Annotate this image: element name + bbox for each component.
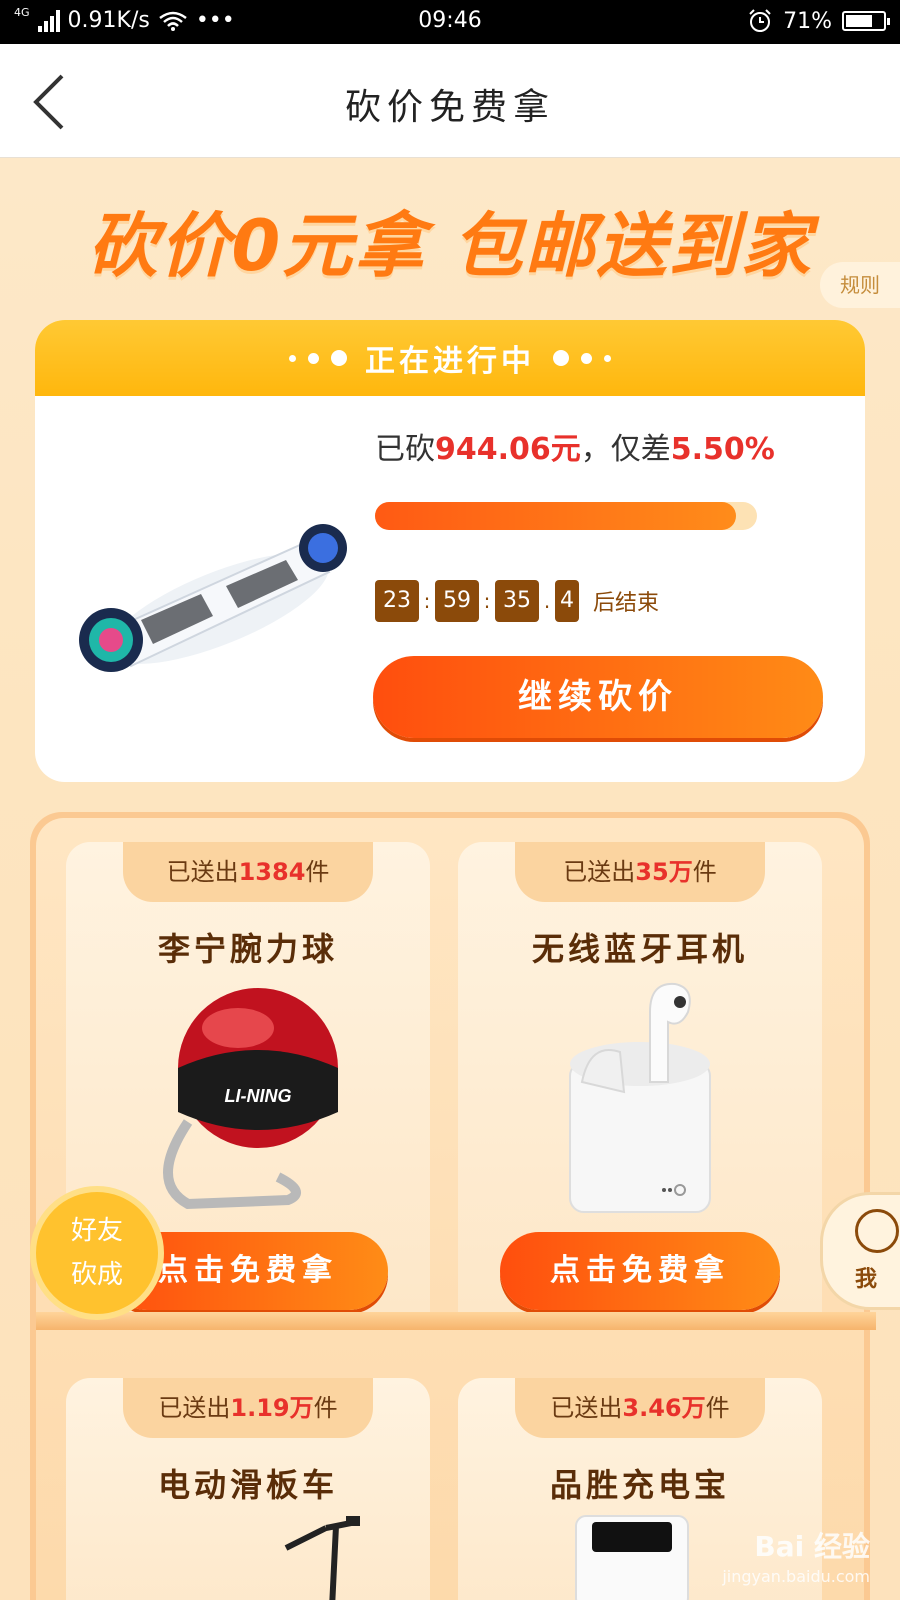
scooter-image <box>284 1516 360 1600</box>
sent-count-tag: 已送出3.46万件 <box>515 1378 765 1438</box>
page-title: 砍价免费拿 <box>344 87 555 128</box>
sent-prefix: 已送出 <box>550 1394 623 1422</box>
sent-prefix: 已送出 <box>158 1394 231 1422</box>
countdown-colon: : <box>483 589 491 613</box>
countdown-seconds: 35 <box>495 580 539 622</box>
sent-suffix: 件 <box>705 1394 730 1422</box>
friend-label-line1: 好友 <box>70 1216 123 1246</box>
countdown-hours: 23 <box>375 580 419 622</box>
sent-count: 1.19万 <box>230 1394 314 1422</box>
active-header: 正在进行中 <box>35 320 865 396</box>
rules-button[interactable]: 规则 <box>820 262 900 308</box>
countdown-dot: . <box>543 589 551 613</box>
sent-prefix: 已送出 <box>166 858 239 886</box>
powerbank-image <box>575 1515 689 1600</box>
product-panel: 已送出1384件 李宁腕力球 LI-NING 点击免费拿 已送出35万件 无线蓝… <box>30 812 876 1600</box>
sent-count-tag: 已送出35万件 <box>515 842 765 902</box>
sent-count-tag: 已送出1.19万件 <box>123 1378 373 1438</box>
decor-dots-right <box>553 350 611 366</box>
cut-prefix: 已砍 <box>375 432 435 467</box>
product-name: 无线蓝牙耳机 <box>531 930 748 968</box>
sent-count-tag: 已送出1384件 <box>123 842 373 902</box>
my-bargains-float-button[interactable]: 我 <box>820 1192 900 1310</box>
product-name: 电动滑板车 <box>157 1466 338 1504</box>
earbuds-image <box>569 982 711 1213</box>
active-status-label: 正在进行中 <box>365 344 535 379</box>
battery-icon <box>842 11 890 31</box>
brand-logo: LI-NING <box>225 1086 292 1106</box>
cut-amount: 944.06元 <box>435 432 581 467</box>
sent-count: 35万 <box>635 858 693 886</box>
promo-headline: 砍价0元拿 包邮送到家 <box>87 205 813 287</box>
active-bargain-card: 正在进行中 已砍944.06元，仅差5.50% 23 : 59 : 35 . 4… <box>35 320 865 782</box>
friend-bargain-float-button[interactable]: 好友 砍成 <box>30 1186 164 1320</box>
countdown-suffix: 后结束 <box>593 591 660 616</box>
my-label: 我 <box>855 1267 878 1292</box>
sent-count: 3.46万 <box>622 1394 706 1422</box>
continue-bargain-button[interactable]: 继续砍价 <box>373 656 823 738</box>
product-panel-inner: 已送出1384件 李宁腕力球 LI-NING 点击免费拿 已送出35万件 无线蓝… <box>36 818 876 1600</box>
friend-label-line2: 砍成 <box>70 1260 123 1290</box>
countdown-timer: 23 : 59 : 35 . 4 后结束 <box>375 580 659 622</box>
baidu-watermark: Bai 经验 jingyan.baidu.com <box>722 1532 870 1592</box>
product-card-scooter: 已送出1.19万件 电动滑板车 <box>66 1378 430 1600</box>
nav-bar: 砍价免费拿 <box>0 44 900 158</box>
battery-percent: 71% <box>783 8 832 34</box>
countdown-minutes: 59 <box>435 580 479 622</box>
bargain-progress-fill <box>375 502 736 530</box>
smiley-icon <box>855 1209 899 1253</box>
sent-suffix: 件 <box>692 858 717 886</box>
watermark-url: jingyan.baidu.com <box>722 1567 870 1586</box>
sent-prefix: 已送出 <box>563 858 636 886</box>
cut-middle: ，仅差 <box>580 432 671 467</box>
sent-suffix: 件 <box>313 1394 338 1422</box>
hoverboard-image <box>79 524 347 672</box>
remaining-percent: 5.50% <box>670 432 775 467</box>
status-bar: 4G 0.91K/s ••• 09:46 71% <box>0 0 900 44</box>
cut-summary: 已砍944.06元，仅差5.50% <box>375 424 775 468</box>
wrist-ball-image: LI-NING <box>163 988 338 1210</box>
watermark-brand: Bai 经验 <box>754 1530 870 1563</box>
sent-suffix: 件 <box>305 858 330 886</box>
bargain-progress <box>375 502 757 530</box>
product-name: 李宁腕力球 <box>157 930 338 968</box>
alarm-icon <box>749 9 771 32</box>
free-claim-button[interactable]: 点击免费拿 <box>500 1232 780 1310</box>
decor-dots-left <box>289 350 347 366</box>
shelf-divider <box>36 1312 876 1330</box>
sent-count: 1384 <box>238 858 306 886</box>
countdown-colon: : <box>423 589 431 613</box>
main-area: 砍价0元拿 包邮送到家 规则 正在进行中 已砍944.06元，仅差5.50% 2… <box>0 158 900 1600</box>
countdown-tenths: 4 <box>555 580 579 622</box>
product-card-earbuds: 已送出35万件 无线蓝牙耳机 点击免费拿 <box>458 842 822 1312</box>
product-name: 品胜充电宝 <box>549 1466 730 1504</box>
